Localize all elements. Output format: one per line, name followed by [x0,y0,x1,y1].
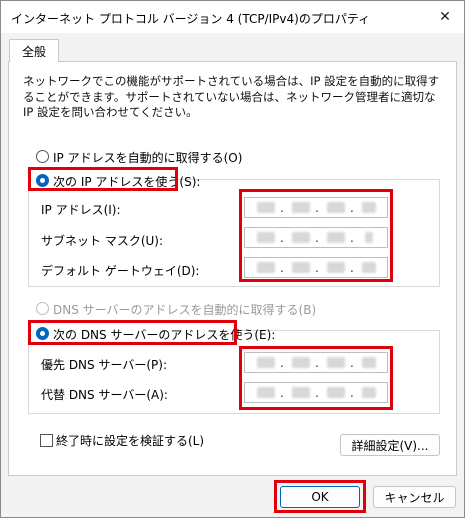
ip-auto-radio[interactable] [36,150,49,163]
validate-label[interactable]: 終了時に設定を検証する(L) [56,432,204,449]
ip-auto-label[interactable]: IP アドレスを自動的に取得する(O) [53,149,242,166]
window-title: インターネット プロトコル バージョン 4 (TCP/IPv4)のプロパティ [11,12,371,26]
dns-manual-highlight [28,320,237,345]
dns-auto-radio[interactable] [36,302,49,315]
validate-checkbox[interactable] [40,434,53,447]
ip-fields-highlight [239,189,393,282]
title-bar: インターネット プロトコル バージョン 4 (TCP/IPv4)のプロパティ ✕ [1,1,464,33]
properties-dialog: インターネット プロトコル バージョン 4 (TCP/IPv4)のプロパティ ✕… [0,0,465,518]
cancel-button[interactable]: キャンセル [373,486,456,508]
subnet-mask-label: サブネット マスク(U): [41,234,164,248]
tab-general[interactable]: 全般 [9,39,59,62]
ip-address-label: IP アドレス(I): [41,203,121,217]
close-icon[interactable]: ✕ [432,5,458,29]
dns-auto-label[interactable]: DNS サーバーのアドレスを自動的に取得する(B) [53,301,316,318]
preferred-dns-label: 優先 DNS サーバー(P): [41,358,167,372]
default-gateway-label: デフォルト ゲートウェイ(D): [41,264,200,278]
description-text: ネットワークでこの機能がサポートされている場合は、IP 設定を自動的に取得するこ… [23,74,440,119]
advanced-button[interactable]: 詳細設定(V)... [340,434,440,456]
dns-fields-highlight [239,346,393,410]
alternate-dns-label: 代替 DNS サーバー(A): [41,388,168,402]
ok-highlight [274,480,366,513]
ip-manual-highlight [28,167,178,191]
